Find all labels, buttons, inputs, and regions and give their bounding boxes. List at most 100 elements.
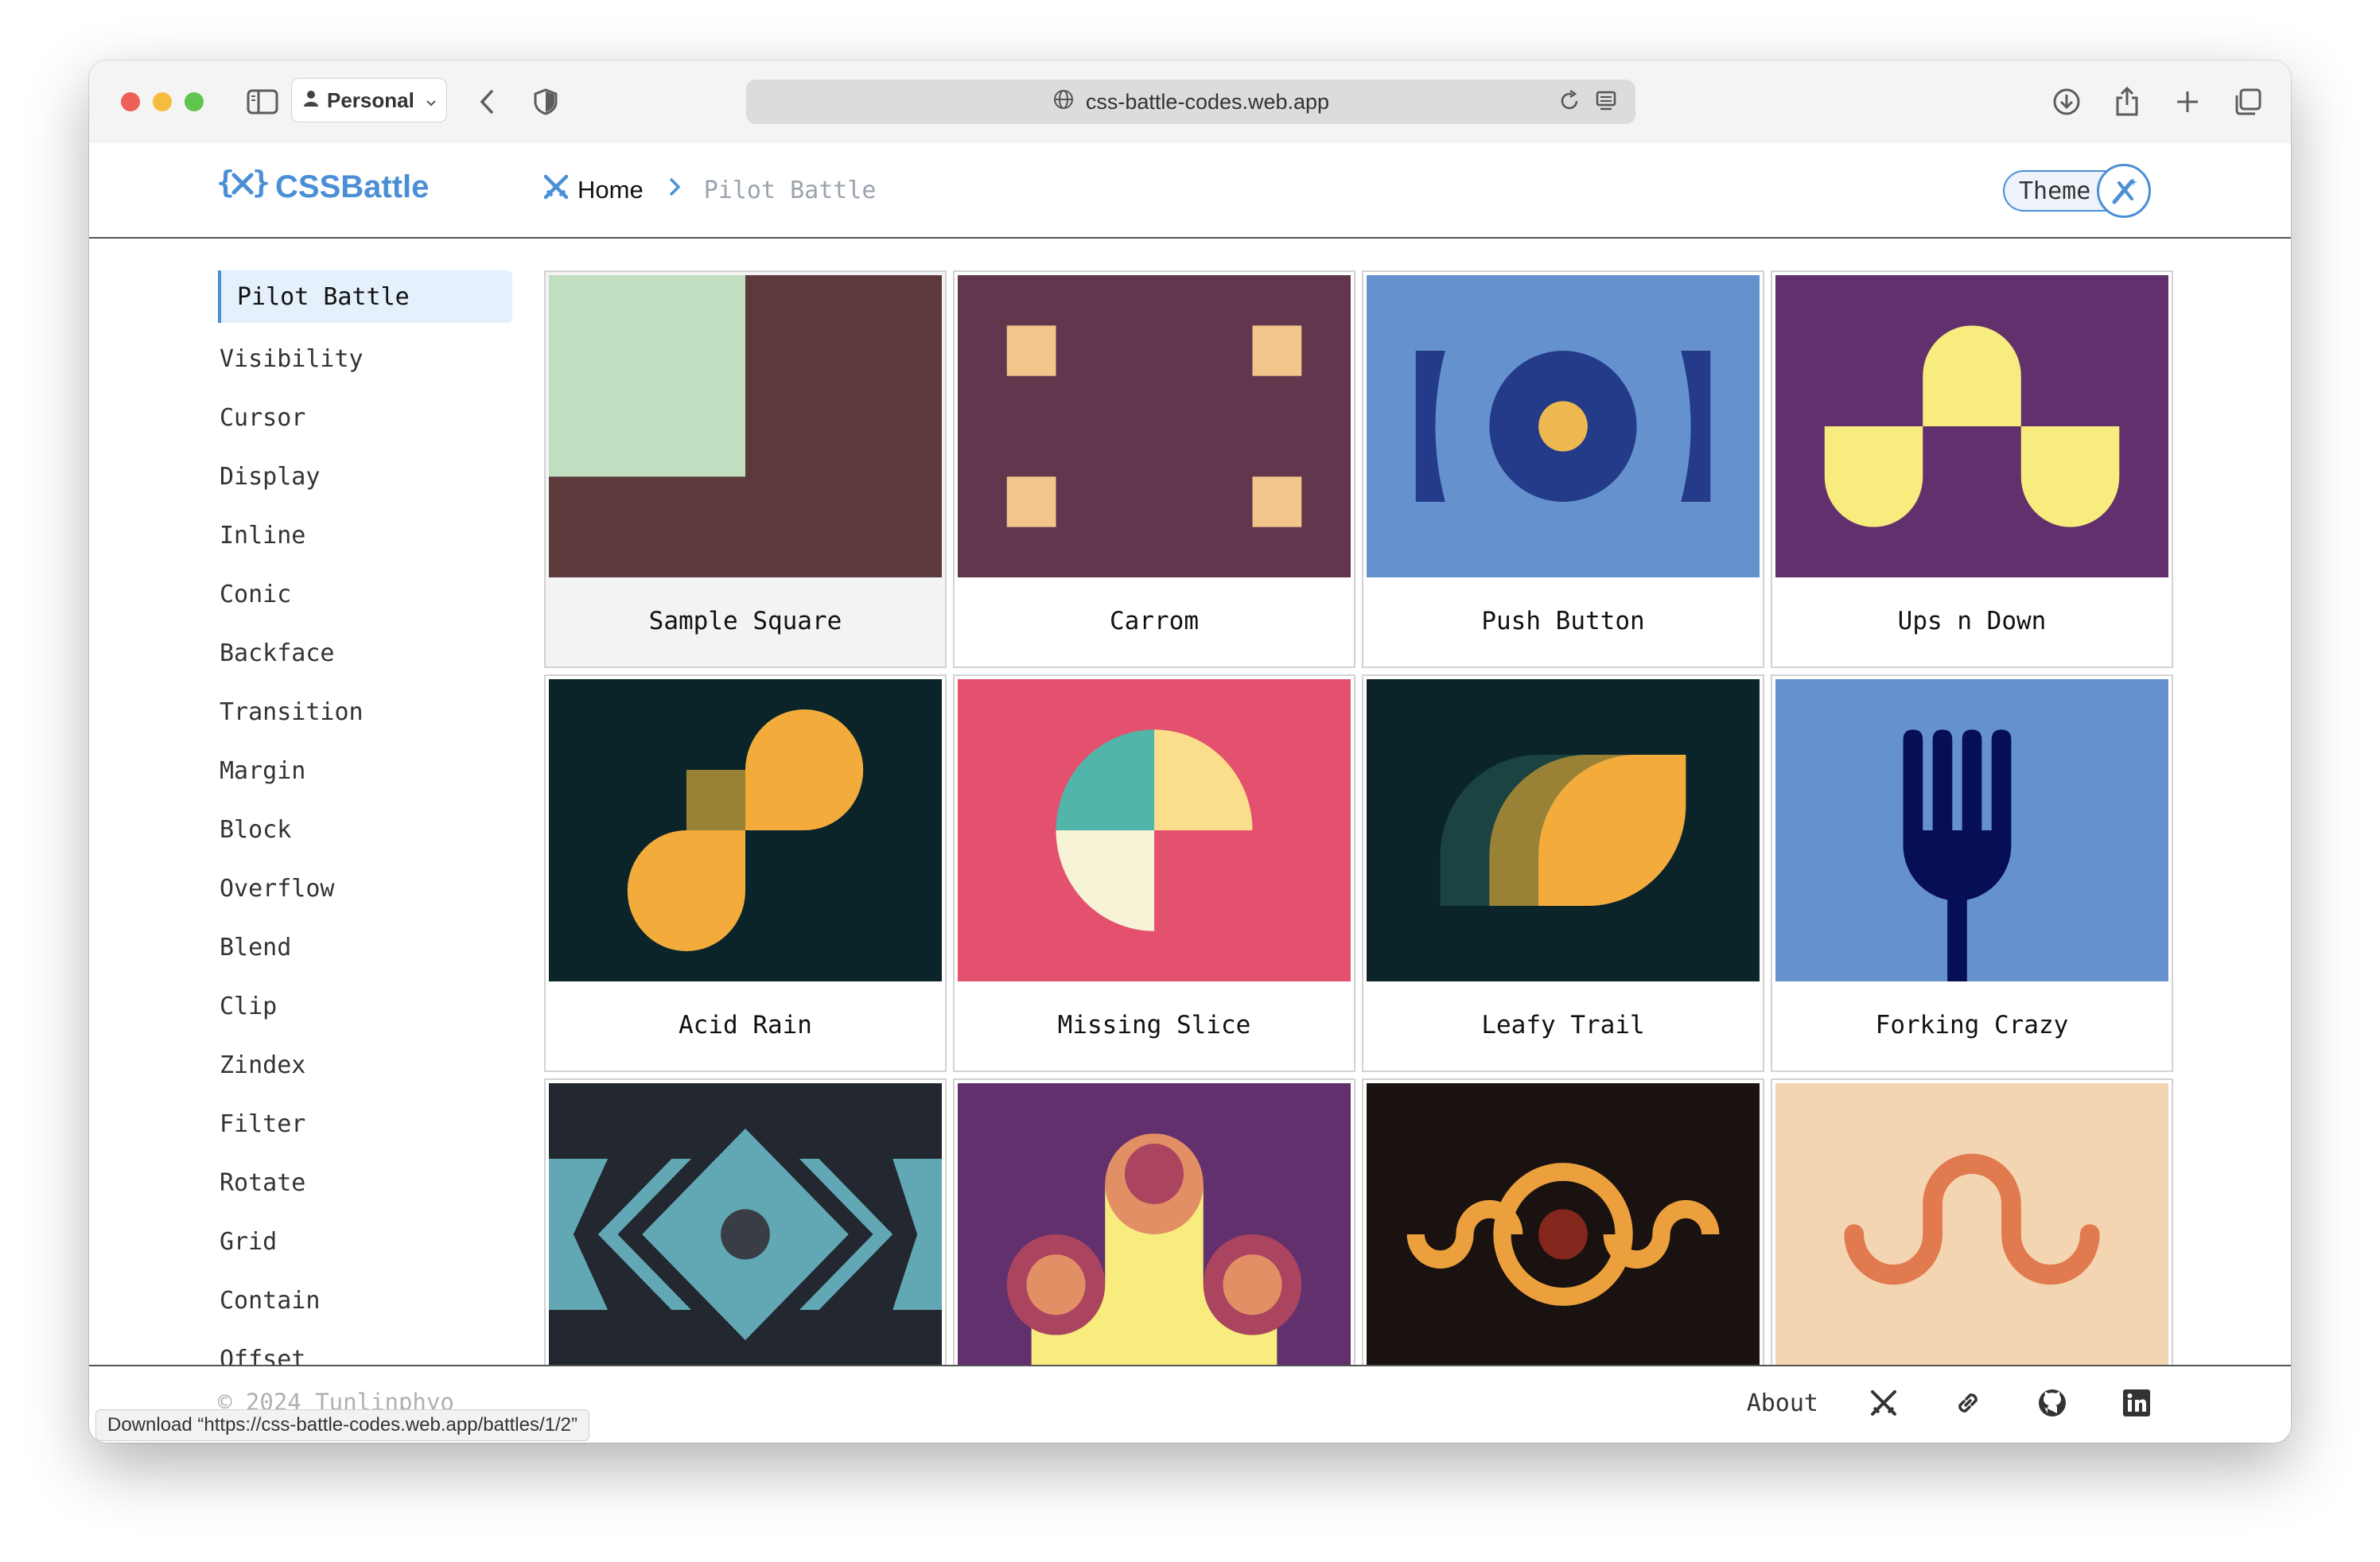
sidebar-item-filter[interactable]: Filter [218,1094,512,1153]
sidebar-item-visibility[interactable]: Visibility [218,329,512,388]
sidebar-item-rotate[interactable]: Rotate [218,1153,512,1212]
sidebar-item-label: Cursor [220,403,306,432]
battle-grid: Sample Square Carrom Push Button Ups n D… [544,270,2191,1427]
reload-icon[interactable] [1558,89,1581,119]
card-title: Carrom [1110,607,1199,635]
sidebar-item-label: Backface [220,639,335,667]
crossed-swords-icon[interactable] [1865,1384,1903,1422]
sidebar-item-label: Transition [220,697,364,726]
target-preview [1367,1083,1760,1385]
address-bar[interactable]: css-battle-codes.web.app [746,80,1635,124]
github-icon[interactable] [2033,1384,2071,1422]
target-bg [1775,1083,2168,1385]
target-preview [1775,275,2168,577]
battle-card[interactable]: Acid Rain [544,674,947,1072]
new-tab-plus-icon[interactable] [2170,84,2205,119]
sidebar-item-inline[interactable]: Inline [218,506,512,565]
svg-text:{: { [216,167,235,199]
sidebar-item-label: Filter [220,1109,306,1138]
sidebar-item-label: Margin [220,756,306,785]
crossed-swords-icon: {} [216,165,270,207]
download-icon[interactable] [2049,84,2084,119]
battle-card[interactable]: Sample Square [544,270,947,668]
card-title: Ups n Down [1897,607,2047,635]
battle-card[interactable]: Carrom [953,270,1355,668]
target-preview [958,1083,1351,1385]
globe-icon [1052,88,1075,116]
sidebar-item-label: Display [220,462,321,491]
card-title: Leafy Trail [1481,1011,1645,1039]
minimize-window-button[interactable] [153,92,172,111]
chevron-right-icon [667,176,682,204]
target-preview [1367,679,1760,981]
svg-text:}: } [252,167,269,199]
site-header: {} CSSBattle Home Pilot Battle Theme [89,143,2291,239]
url-text: css-battle-codes.web.app [1085,89,1330,114]
linkedin-icon[interactable] [2118,1384,2156,1422]
share-icon[interactable] [2110,84,2145,119]
battle-card[interactable]: Push Button [1362,270,1764,668]
sidebar-item-clip[interactable]: Clip [218,977,512,1036]
target-preview [1775,679,2168,981]
target-preview [549,679,942,981]
sidebar-item-blend[interactable]: Blend [218,918,512,977]
browser-window: Personal css-battle-codes.web.app {} CS… [89,60,2291,1443]
logo-text: CSSBattle [275,169,430,204]
card-title: Acid Rain [679,1011,812,1039]
shield-icon[interactable] [528,84,563,119]
sidebar-item-margin[interactable]: Margin [218,741,512,800]
tab-overview-icon[interactable] [2230,84,2265,119]
sidebar-item-label: Blend [220,933,292,962]
battle-card[interactable]: Leafy Trail [1362,674,1764,1072]
sidebar-item-label: Visibility [220,344,364,373]
profile-selector[interactable]: Personal [291,78,447,122]
sidebar-item-display[interactable]: Display [218,447,512,506]
person-icon [303,88,319,113]
target-preview [1775,1083,2168,1385]
sidebar-item-transition[interactable]: Transition [218,682,512,741]
target-preview [549,1083,942,1385]
site-logo[interactable]: {} CSSBattle [216,165,430,207]
back-arrow-icon[interactable] [469,84,504,119]
battle-card[interactable]: Ups n Down [1771,270,2173,668]
sidebar-item-pilot-battle[interactable]: Pilot Battle [218,270,512,323]
crossed-swords-icon [542,173,570,207]
reader-icon[interactable] [1594,89,1618,119]
sidebar-item-zindex[interactable]: Zindex [218,1036,512,1094]
sidebar-toggle-icon[interactable] [245,84,280,119]
breadcrumb-home[interactable]: Home [542,173,644,207]
target-preview [1367,275,1760,577]
sidebar-item-label: Contain [220,1286,321,1315]
sidebar-item-backface[interactable]: Backface [218,624,512,682]
sidebar-item-label: Clip [220,992,278,1020]
link-icon[interactable] [1949,1384,1987,1422]
card-title: Forking Crazy [1875,1011,2069,1039]
sidebar-item-label: Overflow [220,874,335,903]
zoom-window-button[interactable] [185,92,204,111]
target-preview [549,275,942,577]
sidebar-item-block[interactable]: Block [218,800,512,859]
sidebar-item-contain[interactable]: Contain [218,1271,512,1330]
sidebar-item-label: Block [220,815,292,844]
breadcrumb-current: Pilot Battle [703,176,877,204]
target-bg [958,275,1351,577]
sidebar-item-grid[interactable]: Grid [218,1212,512,1271]
sidebar-item-label: Pilot Battle [237,282,410,311]
sidebar-item-label: Zindex [220,1051,306,1079]
theme-toggle[interactable]: Theme [2003,162,2152,220]
target-preview [958,275,1351,577]
battle-sidebar: Pilot Battle Visibility Cursor Display I… [218,270,512,1389]
about-link[interactable]: About [1747,1389,1818,1417]
chevron-down-icon [426,88,437,113]
target-preview [958,679,1351,981]
profile-label: Personal [327,87,414,112]
sidebar-item-conic[interactable]: Conic [218,565,512,624]
magic-wand-icon[interactable] [2097,164,2152,218]
sidebar-item-overflow[interactable]: Overflow [218,859,512,918]
battle-card[interactable]: Forking Crazy [1771,674,2173,1072]
battle-card[interactable]: Missing Slice [953,674,1355,1072]
sidebar-item-label: Rotate [220,1168,306,1197]
sidebar-item-cursor[interactable]: Cursor [218,388,512,447]
breadcrumb-home-label: Home [578,176,644,204]
close-window-button[interactable] [121,92,140,111]
